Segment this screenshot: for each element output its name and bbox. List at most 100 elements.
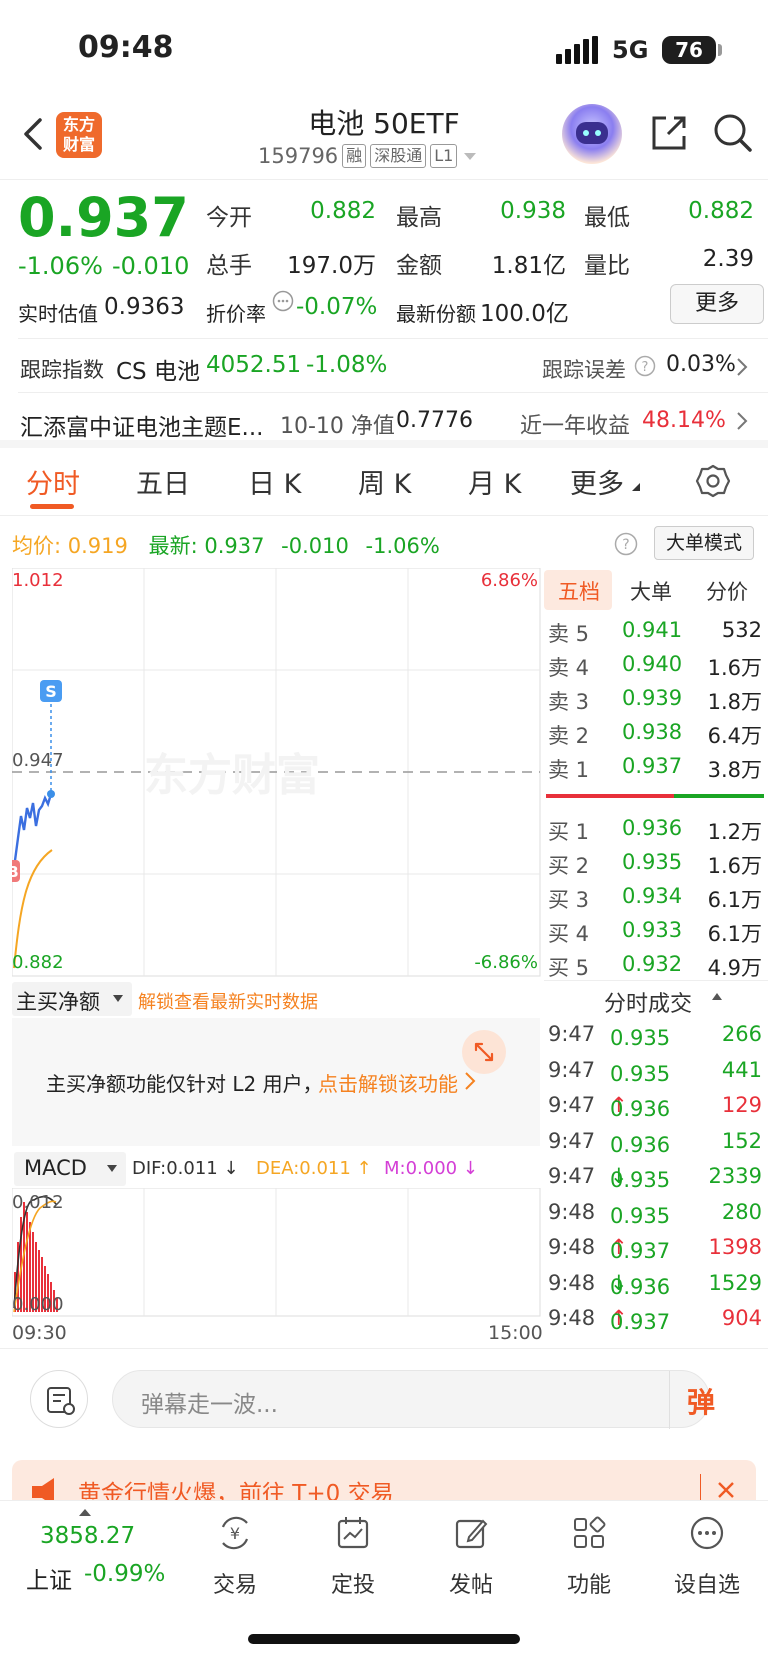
time-axis-start: 09:30 <box>12 1322 67 1344</box>
tick-price: 0.936 ↓ <box>610 1270 671 1299</box>
tick-price: 0.936 ↑ <box>610 1093 671 1121</box>
intraday-chart[interactable]: 东方财富 S B 1.012 0.947 0.882 6.86% -6.86% <box>12 568 542 978</box>
danmu-input[interactable]: 弹幕走一波... 弹 <box>112 1370 715 1429</box>
nav-functions[interactable]: 功能 <box>534 1513 644 1599</box>
settings-icon[interactable] <box>694 462 732 500</box>
tab-five-day[interactable]: 五日 <box>136 462 190 501</box>
y-axis-mid: 0.947 <box>12 750 64 771</box>
big-order-mode-button[interactable]: 大单模式 <box>654 526 754 560</box>
tick-row: 9:48 0.937 ↑ 904 <box>544 1302 764 1336</box>
bid-volume: 6.1万 <box>707 888 762 912</box>
indicator-selector[interactable]: MACD <box>14 1152 126 1186</box>
tab-price-dist[interactable]: 分价 <box>706 576 748 606</box>
tab-weekly-k[interactable]: 周 K <box>358 462 411 501</box>
l2-notice: 主买净额功能仅针对 L2 用户， <box>46 1072 323 1096</box>
tick-time: 9:47 <box>548 1057 596 1082</box>
flow-selector[interactable]: 主买净额 <box>12 982 132 1016</box>
index-value[interactable]: 3858.27 <box>40 1523 135 1549</box>
status-time: 09:48 <box>78 30 174 65</box>
macd-chart[interactable]: 0.012 0.000 <box>12 1188 542 1318</box>
tick-price: 0.937 ↑ <box>610 1306 671 1334</box>
unlock-link[interactable]: 解锁查看最新实时数据 <box>138 988 318 1014</box>
app-logo[interactable]: 东方 财富 <box>56 112 102 158</box>
bid-price: 0.934 <box>622 884 683 908</box>
order-book-tabs: 五档 大单 分价 <box>544 570 768 612</box>
stock-code-row[interactable]: 159796 融 深股通 L1 <box>258 144 479 168</box>
tracking-error-value: 0.03% <box>666 352 736 377</box>
tab-monthly-k[interactable]: 月 K <box>468 462 521 501</box>
chevron-right-icon[interactable] <box>734 410 750 432</box>
volume-value: 197.0万 <box>287 253 376 279</box>
help-icon[interactable]: ? <box>634 355 656 377</box>
ask-price: 0.937 <box>622 754 683 778</box>
divider <box>669 1371 670 1429</box>
chevron-right-icon[interactable] <box>734 356 750 378</box>
danmu-send-button[interactable]: 弹 <box>687 1381 715 1421</box>
search-button[interactable] <box>710 110 756 156</box>
ask-volume: 1.6万 <box>707 656 762 680</box>
sell-marker-label: S <box>45 682 57 701</box>
macd-y-top: 0.012 <box>12 1192 64 1213</box>
share-button[interactable] <box>646 110 692 156</box>
shares-value: 100.0亿 <box>480 301 569 327</box>
bid-row: 买 1 0.936 1.2万 <box>544 812 764 846</box>
info-dots-icon[interactable] <box>272 290 294 312</box>
tab-daily-k[interactable]: 日 K <box>248 462 301 501</box>
expand-button[interactable] <box>462 1030 506 1074</box>
nav-invest[interactable]: 定投 <box>298 1513 408 1599</box>
bid-label: 买 4 <box>548 922 590 946</box>
danmu-settings-button[interactable] <box>30 1370 88 1428</box>
assistant-avatar[interactable] <box>562 104 622 164</box>
change-amount: -0.010 <box>112 252 190 280</box>
pct-axis-top: 6.86% <box>481 570 538 591</box>
time-axis-end: 15:00 <box>488 1322 543 1344</box>
calendar-chart-icon <box>337 1517 369 1549</box>
section-gap <box>0 440 768 448</box>
signal-icon <box>556 36 598 64</box>
open-value: 0.882 <box>310 198 376 224</box>
ticks-title[interactable]: 分时成交 <box>604 986 692 1018</box>
fund-name[interactable]: 汇添富中证电池主题E... <box>20 408 263 442</box>
net-flow-panel: 主买净额功能仅针对 L2 用户， 点击解锁该功能 <box>12 1018 540 1146</box>
battery-tip <box>718 44 722 56</box>
tab-big-order[interactable]: 大单 <box>630 576 672 606</box>
tick-time: 9:48 <box>548 1306 596 1330</box>
net-flow-bar: 主买净额 解锁查看最新实时数据 <box>12 982 540 1018</box>
close-icon[interactable] <box>714 1478 738 1502</box>
nav-watchlist[interactable]: 设自选 <box>652 1513 762 1599</box>
ask-row: 卖 1 0.937 3.8万 <box>544 750 764 784</box>
fund-nav-date: 10-10 净值 <box>280 414 395 439</box>
bid-row: 买 2 0.935 1.6万 <box>544 846 764 880</box>
tab-five-level[interactable]: 五档 <box>558 576 600 606</box>
index-change[interactable]: -0.99% <box>84 1561 165 1587</box>
bid-price: 0.935 <box>622 850 683 874</box>
tab-intraday[interactable]: 分时 <box>26 462 80 501</box>
ask-row: 卖 5 0.941 532 <box>544 614 764 648</box>
stock-code: 159796 <box>258 144 339 168</box>
discount-value: -0.07% <box>296 294 378 320</box>
ask-price: 0.939 <box>622 686 683 710</box>
tick-time: 9:47 <box>548 1093 596 1117</box>
nav-trade[interactable]: ¥ 交易 <box>180 1513 290 1599</box>
svg-text:?: ? <box>642 360 649 375</box>
fund-yield-value: 48.14% <box>642 408 726 433</box>
caret-up-icon <box>712 993 722 1000</box>
ask-row: 卖 3 0.939 1.8万 <box>544 682 764 716</box>
indicator-selector-label: MACD <box>24 1156 87 1180</box>
svg-text:¥: ¥ <box>230 1524 240 1543</box>
tick-time: 9:47 <box>548 1164 596 1188</box>
more-quote-button[interactable]: 更多 <box>670 284 764 324</box>
index-name[interactable]: 上证 <box>26 1561 72 1595</box>
ask-price: 0.940 <box>622 652 683 676</box>
latest-pct: -1.06% <box>365 534 440 558</box>
caret-down-icon <box>464 153 477 160</box>
tab-more[interactable]: 更多 <box>570 462 624 501</box>
tick-row: 9:47 0.935 ↓ 2339 <box>544 1160 764 1194</box>
tracking-index-name[interactable]: CS 电池 <box>116 352 200 386</box>
unlock-feature-link[interactable]: 点击解锁该功能 <box>318 1068 458 1097</box>
tick-price: 0.937 ↑ <box>610 1235 671 1263</box>
help-icon[interactable]: ? <box>614 532 638 556</box>
tick-volume: 2339 <box>708 1164 762 1188</box>
nav-post[interactable]: 发帖 <box>416 1513 526 1599</box>
back-button[interactable] <box>14 114 54 154</box>
